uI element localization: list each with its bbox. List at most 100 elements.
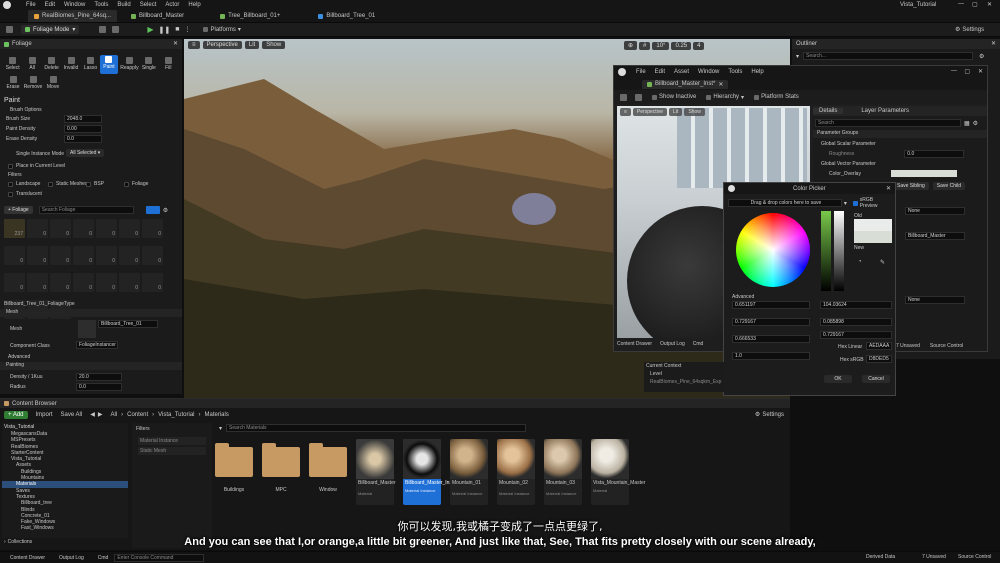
- filter-chip-material-instance[interactable]: Material Instance: [138, 437, 206, 445]
- foliage-type-cell[interactable]: 0: [50, 246, 71, 265]
- tool-remove[interactable]: Remove: [23, 76, 43, 90]
- menu-tools[interactable]: Tools: [94, 2, 108, 8]
- details-tab[interactable]: Details: [813, 108, 844, 114]
- tool-single[interactable]: Single: [139, 57, 158, 71]
- output-log-button[interactable]: Output Log: [660, 341, 685, 347]
- filter-icon[interactable]: ▾: [219, 425, 222, 432]
- save-icon[interactable]: [620, 93, 627, 101]
- tab-tree-billboard[interactable]: Tree_Billboard_01+: [214, 11, 286, 21]
- layer-parameters-tab[interactable]: Layer Parameters: [861, 108, 909, 114]
- blueprint-icon[interactable]: [99, 26, 107, 33]
- radius-input[interactable]: 0.0: [76, 383, 122, 391]
- unreal-logo-icon[interactable]: [3, 1, 11, 9]
- tool-erase[interactable]: Erase: [3, 76, 23, 90]
- foliage-type-cell[interactable]: 237: [4, 219, 25, 238]
- filter-icon[interactable]: ▾: [796, 53, 799, 60]
- advanced-toggle[interactable]: Advanced: [8, 354, 30, 360]
- alpha-slider[interactable]: [834, 211, 844, 291]
- foliage-type-cell[interactable]: 0: [119, 246, 140, 265]
- foliage-type-cell[interactable]: 0: [96, 219, 117, 238]
- foliage-type-cell[interactable]: 0: [73, 273, 94, 292]
- tab-level[interactable]: RealBiomes_Pine_64sq...: [28, 10, 118, 22]
- cancel-button[interactable]: Cancel: [862, 375, 890, 383]
- place-in-level-checkbox[interactable]: Place in Current Level: [8, 163, 65, 169]
- console-input[interactable]: Enter Console Command: [114, 553, 205, 562]
- asset-mountain-01[interactable]: Mountain_01 Material Instance: [450, 439, 488, 505]
- foliage-type-cell[interactable]: 0: [96, 246, 117, 265]
- unsaved-button[interactable]: 7 Unsaved: [922, 554, 946, 560]
- rotation-snap-value[interactable]: 10°: [652, 41, 670, 50]
- erase-density-input[interactable]: 0.0: [64, 135, 102, 143]
- parent-material-picker[interactable]: Billboard_Master: [905, 232, 965, 240]
- content-drawer-button[interactable]: Content Drawer: [617, 341, 652, 347]
- all-selected-dropdown[interactable]: All Selected ▾: [66, 149, 105, 157]
- content-drawer-button[interactable]: Content Drawer: [10, 555, 45, 561]
- value-input[interactable]: 0.729167: [820, 331, 892, 339]
- browse-icon[interactable]: [635, 93, 642, 101]
- gear-icon[interactable]: ⚙: [163, 207, 168, 214]
- filter-landscape[interactable]: Landscape: [8, 181, 40, 187]
- lit-button[interactable]: Lit: [244, 41, 260, 49]
- cmd-button[interactable]: Cmd: [693, 341, 704, 347]
- foliage-type-cell[interactable]: 0: [119, 273, 140, 292]
- preview-perspective-button[interactable]: Perspective: [632, 108, 668, 116]
- grid-icon[interactable]: #: [639, 41, 651, 50]
- breadcrumb-materials[interactable]: Materials: [205, 412, 229, 418]
- saturation-input[interactable]: 0.085898: [820, 318, 892, 326]
- save-icon[interactable]: [6, 26, 13, 33]
- matwin-tab[interactable]: Billboard_Master_Inst* ✕: [642, 79, 729, 89]
- menu-actor[interactable]: Actor: [165, 2, 179, 8]
- close-button[interactable]: ✕: [886, 185, 891, 192]
- perspective-button[interactable]: Perspective: [202, 41, 242, 49]
- color-wheel[interactable]: [736, 213, 810, 287]
- grid-view-icon[interactable]: ▦: [964, 120, 970, 127]
- menu-edit[interactable]: Edit: [45, 2, 55, 8]
- filter-translucent[interactable]: Translucent: [8, 191, 42, 197]
- tab-billboard-tree[interactable]: Billboard_Tree_01: [312, 11, 381, 21]
- asset-vista-mountain-master[interactable]: Vista_Mountain_Master Material: [591, 439, 645, 505]
- gear-icon[interactable]: ⚙: [979, 53, 984, 60]
- source-control-status[interactable]: Source Control: [930, 343, 963, 349]
- foliage-type-cell[interactable]: 0: [73, 219, 94, 238]
- color-overlay-swatch[interactable]: [890, 170, 957, 177]
- paint-tool-toggle[interactable]: [145, 206, 160, 214]
- menu-window[interactable]: Window: [64, 2, 85, 8]
- cmd-button[interactable]: Cmd: [98, 555, 109, 561]
- unsaved-status[interactable]: 7 Unsaved: [896, 343, 920, 349]
- gear-icon[interactable]: ⚙: [973, 120, 978, 127]
- show-button[interactable]: Show: [262, 41, 286, 49]
- foliage-type-cell[interactable]: 0: [142, 219, 163, 238]
- breadcrumb-all[interactable]: All: [110, 412, 117, 418]
- cinematics-icon[interactable]: [112, 26, 120, 33]
- matwin-menu-asset[interactable]: Asset: [674, 69, 689, 75]
- preview-menu-button[interactable]: ≡: [620, 108, 631, 116]
- foliage-type-cell[interactable]: 0: [27, 273, 48, 292]
- chevron-down-icon[interactable]: ▾: [844, 200, 847, 207]
- hierarchy-button[interactable]: Hierarchy ▾: [706, 94, 744, 101]
- global-scalar-header[interactable]: Global Scalar Parameter: [813, 141, 987, 147]
- outliner-search-input[interactable]: Search...: [803, 52, 974, 60]
- preview-show-button[interactable]: Show: [684, 108, 705, 116]
- tool-fill[interactable]: Fill: [159, 57, 178, 71]
- asset-billboard-master[interactable]: Billboard_Master Material: [356, 439, 396, 505]
- srgb-preview-checkbox[interactable]: sRGB Preview: [852, 197, 891, 209]
- folder-buildings[interactable]: Buildings: [215, 439, 253, 493]
- platform-stats-button[interactable]: Platform Stats: [754, 94, 799, 100]
- play-button[interactable]: ▶: [147, 25, 153, 34]
- tree-root[interactable]: Vista_Tutorial: [2, 423, 128, 431]
- foliage-type-cell[interactable]: 0: [142, 273, 163, 292]
- stop-button[interactable]: ■: [175, 26, 179, 33]
- close-icon[interactable]: ✕: [991, 40, 996, 47]
- close-button[interactable]: ✕: [987, 1, 992, 8]
- close-button[interactable]: ✕: [978, 68, 983, 75]
- foliage-type-cell[interactable]: 0: [4, 246, 25, 265]
- green-input[interactable]: 0.729167: [732, 318, 810, 326]
- details-search-input[interactable]: Search: [815, 119, 961, 127]
- parameter-groups-header[interactable]: Parameter Groups: [813, 130, 987, 138]
- asset-search-input[interactable]: Search Materials: [226, 424, 527, 432]
- folder-mpc[interactable]: MPC: [262, 439, 300, 493]
- blue-input[interactable]: 0.666533: [732, 335, 810, 343]
- mesh-thumbnail[interactable]: [78, 320, 96, 338]
- mesh-asset-picker[interactable]: Billboard_Tree_01: [98, 320, 158, 328]
- breadcrumb-vista[interactable]: Vista_Tutorial: [158, 412, 194, 418]
